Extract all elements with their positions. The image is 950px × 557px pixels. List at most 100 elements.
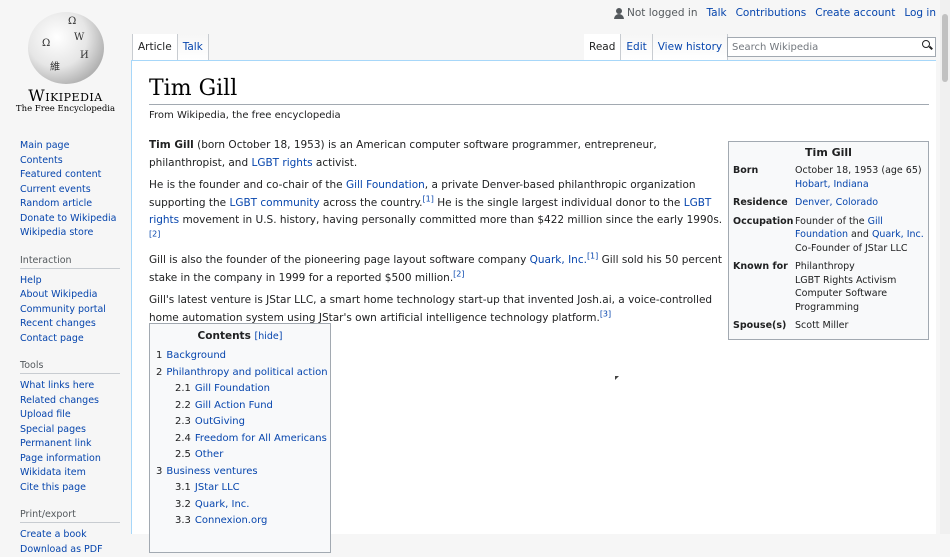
toc-item[interactable]: 3.2 Quark, Inc. xyxy=(156,497,324,514)
sidebar-item-permanent-link[interactable]: Permanent link xyxy=(20,438,91,449)
infobox-value: Philanthropy LGBT Rights Activism Comput… xyxy=(795,260,924,314)
paragraph-text: movement in U.S. history, having persona… xyxy=(179,214,723,226)
tab-read[interactable]: Read xyxy=(584,34,622,60)
reference-1-link[interactable]: [1] xyxy=(587,252,598,261)
sidebar-item-related-changes[interactable]: Related changes xyxy=(20,395,99,406)
gill-foundation-link[interactable]: Gill Foundation xyxy=(346,179,425,191)
page-title: Tim Gill xyxy=(149,76,238,101)
infobox-label: Born xyxy=(733,165,759,176)
paragraph-text: (born October 18, 1953) is an American c… xyxy=(149,139,657,169)
lgbt-community-link[interactable]: LGBT community xyxy=(229,197,319,209)
sidebar-item-help[interactable]: Help xyxy=(20,275,42,286)
toc-link[interactable]: Background xyxy=(166,350,226,361)
search-input[interactable] xyxy=(727,37,936,57)
toc-link[interactable]: OutGiving xyxy=(195,416,245,427)
sidebar-item-donate[interactable]: Donate to Wikipedia xyxy=(20,213,116,224)
sidebar-item-featured-content[interactable]: Featured content xyxy=(20,169,101,180)
tab-talk[interactable]: Talk xyxy=(177,34,209,60)
infobox-label: Spouse(s) xyxy=(733,320,787,331)
toc-number: 2.1 xyxy=(175,383,191,394)
toc-link[interactable]: Business ventures xyxy=(166,466,257,477)
occupation-text: and xyxy=(848,229,872,240)
born-date: October 18, 1953 (age 65) xyxy=(795,165,922,176)
toc-link[interactable]: Other xyxy=(195,449,223,460)
residence-link[interactable]: Denver, Colorado xyxy=(795,197,878,208)
paragraph-text: Gill is also the founder of the pioneeri… xyxy=(149,254,530,266)
reference-2-link[interactable]: [2] xyxy=(149,229,160,238)
toc-item[interactable]: 2.3 OutGiving xyxy=(156,414,324,431)
toc-link[interactable]: Connexion.org xyxy=(195,515,268,526)
sidebar-item-download-pdf[interactable]: Download as PDF xyxy=(20,544,103,555)
toc-item[interactable]: 2.4 Freedom for All Americans xyxy=(156,431,327,448)
toc-link[interactable]: JStar LLC xyxy=(195,482,240,493)
not-logged-in-label: Not logged in xyxy=(627,7,698,19)
sidebar-print-export: Create a book Download as PDF xyxy=(20,528,130,557)
lgbt-rights-link[interactable]: LGBT rights xyxy=(251,157,312,169)
sidebar-item-wikidata-item[interactable]: Wikidata item xyxy=(20,467,86,478)
toc-item[interactable]: 3 Business ventures xyxy=(156,464,324,481)
toc-item[interactable]: 2.5 Other xyxy=(156,447,324,464)
reference-2-link[interactable]: [2] xyxy=(453,269,464,278)
tab-edit[interactable]: Edit xyxy=(621,34,653,60)
sidebar: Main page Contents Featured content Curr… xyxy=(20,139,130,557)
sidebar-tools: What links here Related changes Upload f… xyxy=(20,379,130,495)
occupation-text: Founder of the xyxy=(795,215,868,227)
toc-item[interactable]: 3.3 Connexion.org xyxy=(156,513,324,530)
paragraph-jstar: Gill's latest venture is JStar LLC, a sm… xyxy=(149,292,724,327)
search-icon[interactable] xyxy=(922,40,932,51)
sidebar-item-special-pages[interactable]: Special pages xyxy=(20,424,86,435)
toc-link[interactable]: Quark, Inc. xyxy=(195,499,250,510)
sidebar-item-random-article[interactable]: Random article xyxy=(20,198,92,209)
infobox-label: Occupation xyxy=(733,215,794,227)
sidebar-item-main-page[interactable]: Main page xyxy=(20,140,69,151)
toc-number: 2 xyxy=(156,366,163,378)
toc-item[interactable]: 1 Background xyxy=(156,348,324,365)
toc-item[interactable]: 2.2 Gill Action Fund xyxy=(156,398,324,415)
toc-link[interactable]: Gill Action Fund xyxy=(195,400,273,411)
infobox-row-residence: Residence Denver, Colorado xyxy=(733,196,924,210)
sidebar-item-community-portal[interactable]: Community portal xyxy=(20,304,106,315)
scrollbar-thumb[interactable] xyxy=(942,14,948,82)
tab-view-history[interactable]: View history xyxy=(652,34,729,60)
wikipedia-logo[interactable]: Ω Ω W И 維 Wikipedia The Free Encyclopedi… xyxy=(0,0,131,125)
toc-link[interactable]: Philanthropy and political action xyxy=(166,367,327,378)
reference-1-link[interactable]: [1] xyxy=(423,194,434,203)
talk-link[interactable]: Talk xyxy=(706,7,726,19)
sidebar-heading-tools: Tools xyxy=(20,360,120,374)
toc-hide-toggle[interactable]: [hide] xyxy=(254,331,282,342)
sidebar-item-contact-page[interactable]: Contact page xyxy=(20,333,84,344)
quark-inc-link[interactable]: Quark, Inc. xyxy=(530,254,587,266)
sidebar-interaction: Help About Wikipedia Community portal Re… xyxy=(20,274,130,347)
toc-link[interactable]: Freedom for All Americans xyxy=(195,433,327,444)
reference-3-link[interactable]: [3] xyxy=(600,309,611,318)
toc-item[interactable]: 2.1 Gill Foundation xyxy=(156,381,324,398)
infobox-label: Residence xyxy=(733,197,788,208)
toc-item[interactable]: 3.1 JStar LLC xyxy=(156,480,324,497)
paragraph-text: He is the single largest individual dono… xyxy=(433,196,684,209)
sidebar-item-upload-file[interactable]: Upload file xyxy=(20,409,71,420)
sidebar-item-cite-this-page[interactable]: Cite this page xyxy=(20,482,86,493)
toc-number: 1 xyxy=(156,350,163,361)
sidebar-item-recent-changes[interactable]: Recent changes xyxy=(20,318,96,329)
sidebar-item-create-book[interactable]: Create a book xyxy=(20,529,87,540)
create-account-link[interactable]: Create account xyxy=(815,7,895,19)
view-tabs: Read Edit View history xyxy=(584,34,729,60)
sidebar-item-contents[interactable]: Contents xyxy=(20,155,63,166)
login-link[interactable]: Log in xyxy=(904,7,936,19)
sidebar-item-store[interactable]: Wikipedia store xyxy=(20,227,93,238)
personal-tools: Not logged in Talk Contributions Create … xyxy=(614,7,936,19)
contributions-link[interactable]: Contributions xyxy=(736,7,807,19)
sidebar-item-what-links-here[interactable]: What links here xyxy=(20,380,94,391)
tab-article[interactable]: Article xyxy=(132,34,178,60)
toc-link[interactable]: Gill Foundation xyxy=(195,383,270,394)
infobox-label: Known for xyxy=(733,261,788,272)
quark-inc-link[interactable]: Quark, Inc. xyxy=(872,229,924,240)
puzzle-globe-icon: Ω Ω W И 維 xyxy=(28,12,104,84)
born-place-link[interactable]: Hobart, Indiana xyxy=(795,179,869,190)
infobox-row-spouse: Spouse(s) Scott Miller xyxy=(733,319,924,333)
sidebar-item-current-events[interactable]: Current events xyxy=(20,184,91,195)
sidebar-item-page-information[interactable]: Page information xyxy=(20,453,101,464)
sidebar-item-about[interactable]: About Wikipedia xyxy=(20,289,97,300)
known-for-item: LGBT Rights Activism xyxy=(795,274,897,286)
toc-item[interactable]: 2 Philanthropy and political action xyxy=(156,365,328,382)
